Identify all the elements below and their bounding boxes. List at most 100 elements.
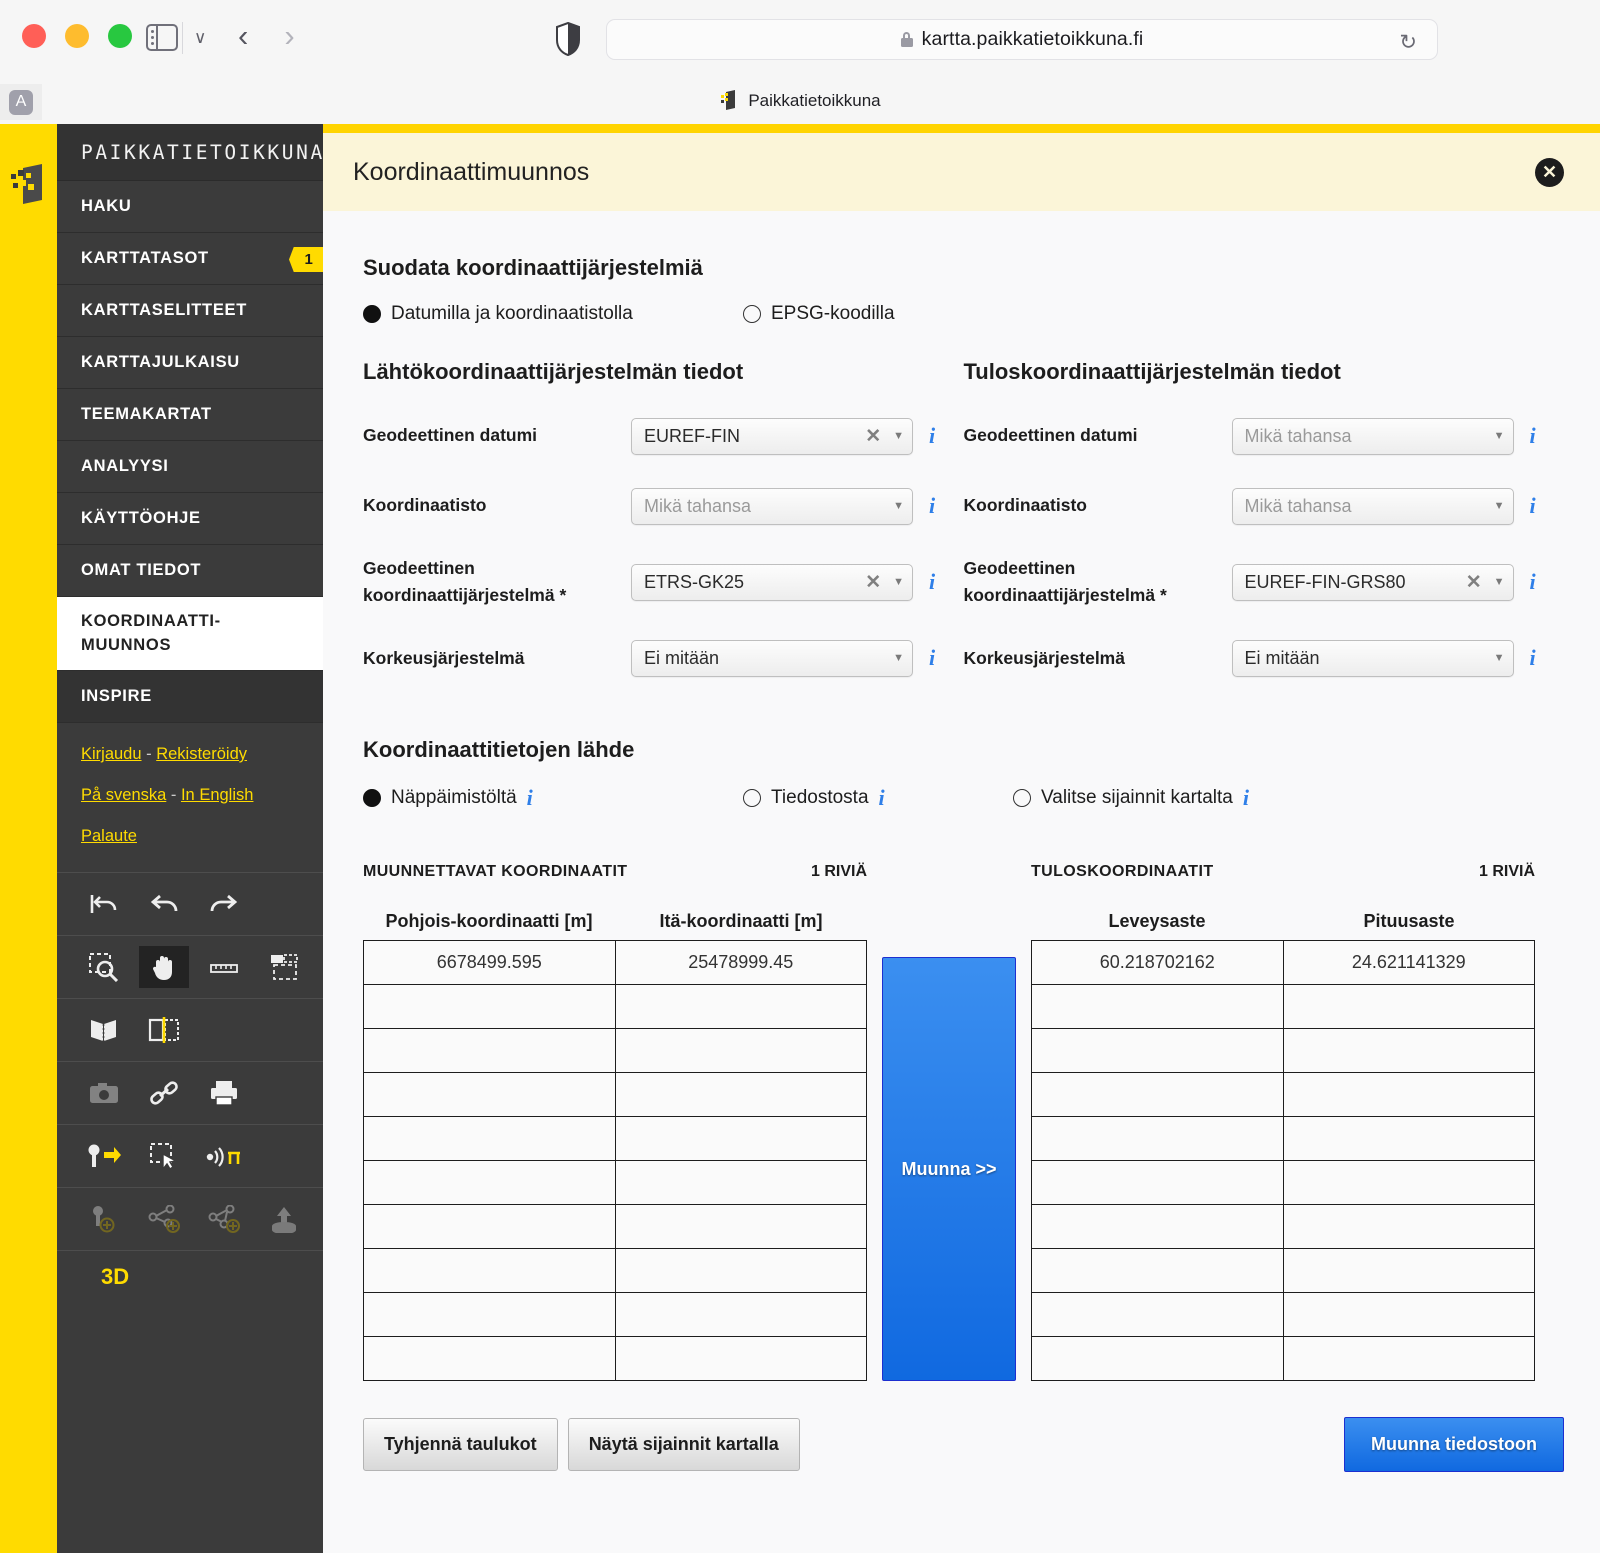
back-icon[interactable]: ‹ — [238, 20, 248, 52]
input_table-cell[interactable] — [614, 1116, 867, 1162]
camera-icon[interactable] — [79, 1072, 129, 1114]
target-datum-select[interactable]: Mikä tahansa ▼ — [1231, 417, 1514, 455]
table-row[interactable] — [363, 1116, 867, 1162]
forward-icon[interactable]: › — [284, 20, 294, 52]
show-on-map-button[interactable]: Näytä sijainnit kartalla — [567, 1418, 800, 1472]
undo-icon[interactable] — [139, 883, 189, 925]
output_table-cell[interactable] — [1031, 984, 1284, 1030]
output_table-cell[interactable] — [1282, 1116, 1535, 1162]
output_table-cell[interactable] — [1282, 1248, 1535, 1294]
input_table-cell[interactable] — [614, 1028, 867, 1074]
input_table-cell[interactable] — [614, 984, 867, 1030]
sidebar-item-kayttoohje[interactable]: KÄYTTÖOHJE — [57, 493, 323, 545]
sidebar-item-analyysi[interactable]: ANALYYSI — [57, 441, 323, 493]
broadcast-feature-icon[interactable] — [199, 1135, 249, 1177]
chevron-down-icon[interactable]: ▼ — [1494, 430, 1505, 442]
source-geodetic-crs-select[interactable]: ETRS-GK25 ✕ ▼ — [631, 563, 913, 601]
sidebar-item-karttajulkaisu[interactable]: KARTTAJULKAISU — [57, 337, 323, 389]
output_table-cell[interactable] — [1282, 1292, 1535, 1338]
sidebar-item-inspire[interactable]: INSPIRE — [57, 671, 323, 723]
output_table-cell[interactable] — [1031, 1160, 1284, 1206]
info-icon[interactable]: i — [929, 493, 935, 519]
radio-datum-icon[interactable] — [363, 305, 381, 323]
output_table-cell[interactable] — [1031, 1072, 1284, 1118]
redo-icon[interactable] — [199, 883, 249, 925]
table-row[interactable]: 6678499.595 25478999.45 — [363, 940, 867, 986]
sidebar-item-omat-tiedot[interactable]: OMAT TIEDOT — [57, 545, 323, 597]
radio-file-icon[interactable] — [743, 789, 761, 808]
output_table-cell[interactable] — [1282, 1028, 1535, 1074]
convert-button[interactable]: Muunna >> — [882, 957, 1016, 1382]
input_table-cell[interactable] — [363, 1028, 616, 1074]
chevron-down-icon[interactable]: ▼ — [893, 576, 904, 588]
info-icon[interactable]: i — [527, 785, 533, 811]
output_table-cell[interactable] — [1282, 1160, 1535, 1206]
split-view-icon[interactable] — [139, 1009, 189, 1051]
table-row[interactable] — [1031, 1204, 1535, 1250]
info-icon[interactable]: i — [929, 569, 935, 595]
add-point-icon[interactable] — [79, 1198, 129, 1240]
address-bar[interactable]: kartta.paikkatietoikkuna.fi ↻ — [606, 19, 1438, 60]
reset-view-icon[interactable] — [79, 883, 129, 925]
upload-data-icon[interactable] — [259, 1198, 309, 1240]
clear-icon[interactable]: ✕ — [1466, 571, 1482, 594]
chevron-down-icon[interactable]: ▼ — [893, 500, 904, 512]
input_table-cell[interactable] — [363, 1248, 616, 1294]
target-height-system-select[interactable]: Ei mitään ▼ — [1231, 639, 1514, 677]
close-icon[interactable]: ✕ — [1535, 157, 1564, 187]
maximize-window-button[interactable] — [108, 24, 132, 48]
source-height-system-select[interactable]: Ei mitään ▼ — [631, 639, 913, 677]
table-row[interactable] — [363, 1336, 867, 1382]
output_table-cell[interactable]: 60.218702162 — [1031, 940, 1284, 986]
input_table-cell[interactable] — [363, 1160, 616, 1206]
chevron-down-icon[interactable]: ▼ — [893, 652, 904, 664]
input_table-cell[interactable] — [614, 1072, 867, 1118]
table-row[interactable] — [363, 1292, 867, 1338]
source-coordsys-select[interactable]: Mikä tahansa ▼ — [631, 487, 913, 525]
navigation-arrows[interactable]: ‹ › — [238, 20, 295, 52]
info-icon[interactable]: i — [1530, 645, 1536, 671]
input_table-cell[interactable] — [363, 1116, 616, 1162]
output_table-cell[interactable] — [1282, 984, 1535, 1030]
output_table-cell[interactable] — [1031, 1204, 1284, 1250]
sidebar-item-karttatasot[interactable]: KARTTATASOT 1 — [57, 233, 323, 285]
target-geodetic-crs-select[interactable]: EUREF-FIN-GRS80 ✕ ▼ — [1231, 563, 1514, 601]
sidebar-item-teemakartat[interactable]: TEEMAKARTAT — [57, 389, 323, 441]
table-row[interactable] — [363, 984, 867, 1030]
output_table-cell[interactable] — [1282, 1336, 1535, 1382]
active-tab[interactable]: Paikkatietoikkuna — [0, 90, 1600, 111]
select-area-cursor-icon[interactable] — [139, 1135, 189, 1177]
paikkatietoikkuna-logo-icon[interactable] — [8, 162, 48, 206]
minimize-window-button[interactable] — [65, 24, 89, 48]
add-polygon-icon[interactable] — [199, 1198, 249, 1240]
reload-icon[interactable]: ↻ — [1399, 30, 1417, 55]
convert-to-file-button[interactable]: Muunna tiedostoon — [1344, 1417, 1564, 1473]
input_table-cell[interactable] — [363, 1292, 616, 1338]
info-icon[interactable]: i — [1530, 423, 1536, 449]
data-source-option-map[interactable]: Valitse sijainnit kartalta i — [1013, 785, 1249, 811]
table-row[interactable] — [1031, 984, 1535, 1030]
table-row[interactable] — [363, 1248, 867, 1294]
login-link[interactable]: Kirjaudu — [81, 745, 142, 763]
input_table-cell[interactable]: 25478999.45 — [614, 940, 867, 986]
chevron-down-icon[interactable]: ∨ — [194, 28, 206, 48]
table-row[interactable] — [1031, 1336, 1535, 1382]
table-row[interactable] — [363, 1204, 867, 1250]
output_table-cell[interactable] — [1282, 1204, 1535, 1250]
measure-area-icon[interactable] — [259, 946, 309, 988]
target-coordsys-select[interactable]: Mikä tahansa ▼ — [1231, 487, 1514, 525]
sidebar-item-karttaselitteet[interactable]: KARTTASELITTEET — [57, 285, 323, 337]
output_table-cell[interactable]: 24.621141329 — [1282, 940, 1535, 986]
input_table-cell[interactable] — [614, 1248, 867, 1294]
measure-line-icon[interactable] — [199, 946, 249, 988]
input_table-cell[interactable] — [614, 1204, 867, 1250]
input_table-cell[interactable] — [614, 1336, 867, 1382]
input_table-cell[interactable] — [363, 1204, 616, 1250]
clear-icon[interactable]: ✕ — [865, 571, 881, 594]
radio-epsg-icon[interactable] — [743, 305, 761, 323]
info-icon[interactable]: i — [929, 423, 935, 449]
map-fold-icon[interactable] — [79, 1009, 129, 1051]
output_table-cell[interactable] — [1031, 1116, 1284, 1162]
input_table-cell[interactable] — [363, 984, 616, 1030]
table-row[interactable] — [1031, 1116, 1535, 1162]
